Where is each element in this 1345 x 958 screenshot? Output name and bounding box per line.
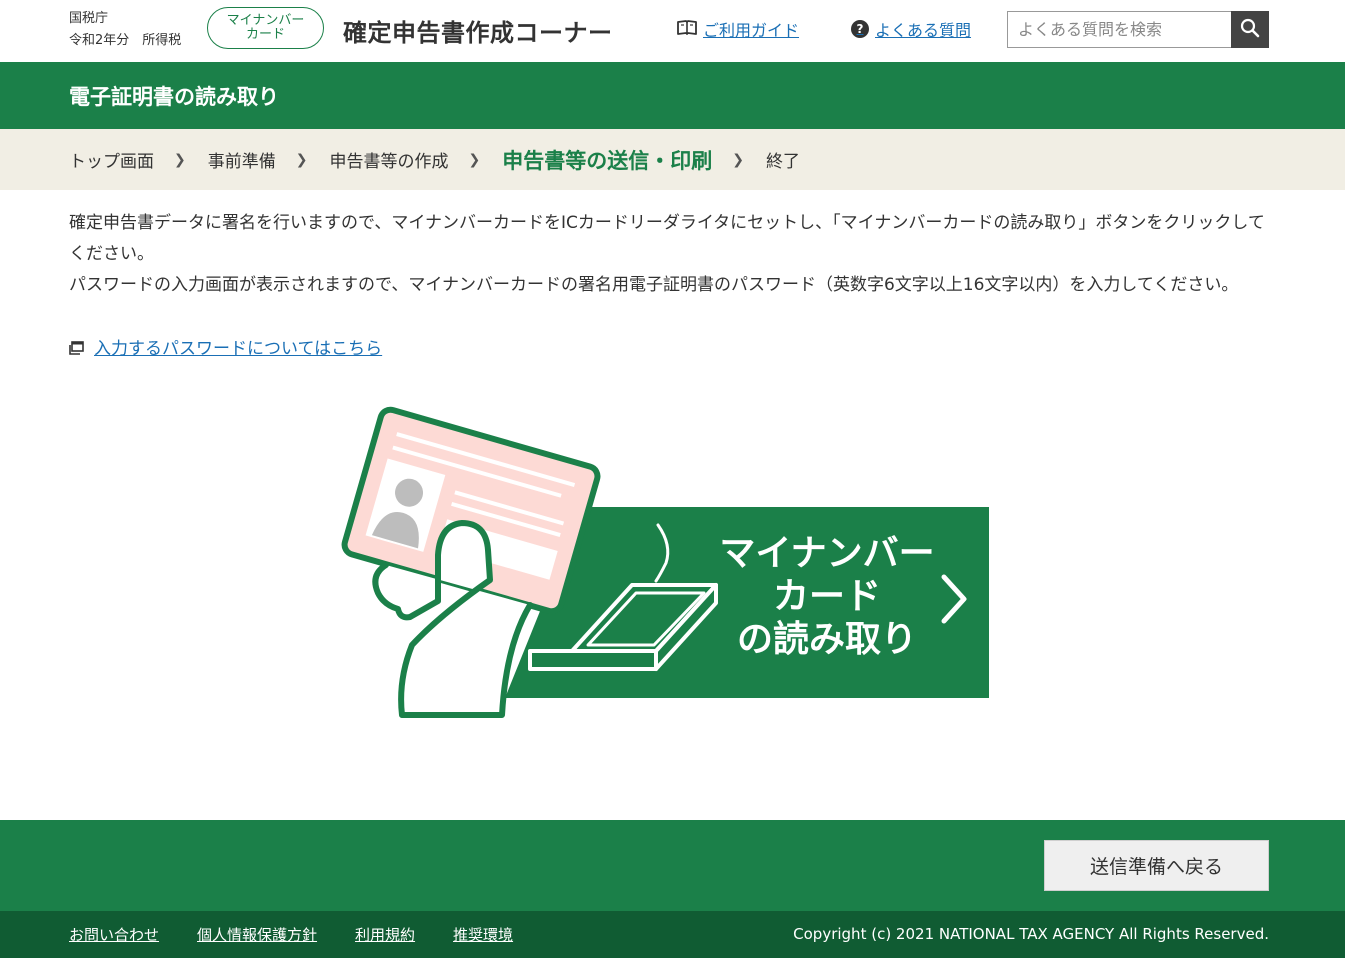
faq-search-input[interactable] bbox=[1007, 11, 1232, 48]
badge-line-1: マイナンバー bbox=[226, 13, 305, 28]
step-top: トップ画面 bbox=[69, 152, 154, 172]
footer-link-environment[interactable]: 推奨環境 bbox=[453, 924, 513, 945]
step-finish: 終了 bbox=[765, 152, 800, 172]
search-icon bbox=[1240, 18, 1260, 41]
agency-name: 国税庁 bbox=[69, 11, 109, 26]
tax-year: 令和2年分 所得税 bbox=[69, 33, 182, 48]
search-button[interactable] bbox=[1231, 11, 1269, 48]
step-send-print-current: 申告書等の送信・印刷 bbox=[502, 148, 713, 173]
chevron-right-icon: ❯ bbox=[295, 151, 308, 168]
footer-action-bar: 送信準備へ戻る bbox=[0, 820, 1345, 911]
instruction-text-1: 確定申告書データに署名を行いますので、マイナンバーカードをICカードリーダライタ… bbox=[69, 213, 1265, 264]
footer-link-privacy[interactable]: 個人情報保護方針 bbox=[197, 924, 317, 945]
instructions: 確定申告書データに署名を行いますので、マイナンバーカードをICカードリーダライタ… bbox=[69, 208, 1269, 301]
book-icon bbox=[677, 19, 697, 39]
new-window-icon bbox=[69, 340, 84, 355]
user-guide-link[interactable]: ご利用ガイド bbox=[677, 17, 799, 41]
step-create-return: 申告書等の作成 bbox=[329, 152, 449, 172]
agency-info: 国税庁 令和2年分 所得税 bbox=[69, 8, 181, 52]
reader-label-line-3: の読み取り bbox=[736, 619, 917, 660]
page-title: 電子証明書の読み取り bbox=[69, 85, 279, 109]
step-preparation: 事前準備 bbox=[207, 152, 276, 172]
site-header: 国税庁 令和2年分 所得税 マイナンバー カード 確定申告書作成コーナー ご利用… bbox=[0, 0, 1345, 62]
copyright: Copyright (c) 2021 NATIONAL TAX AGENCY A… bbox=[793, 925, 1269, 943]
breadcrumb: トップ画面 ❯ 事前準備 ❯ 申告書等の作成 ❯ 申告書等の送信・印刷 ❯ 終了 bbox=[0, 129, 1345, 190]
step-list: トップ画面 ❯ 事前準備 ❯ 申告書等の作成 ❯ 申告書等の送信・印刷 ❯ 終了 bbox=[69, 129, 800, 190]
chevron-right-icon: ❯ bbox=[174, 151, 186, 168]
site-title: 確定申告書作成コーナー bbox=[343, 19, 613, 47]
reader-button-label: マイナンバー カード の読み取り bbox=[712, 532, 942, 661]
instruction-text-2: パスワードの入力画面が表示されますので、マイナンバーカードの署名用電子証明書のパ… bbox=[69, 275, 1239, 295]
chevron-right-icon: ❯ bbox=[468, 151, 481, 168]
password-info-label: 入力するパスワードについてはこちら bbox=[94, 339, 383, 359]
badge-line-2: カード bbox=[245, 27, 285, 42]
faq-link[interactable]: ? よくある質問 bbox=[851, 17, 971, 41]
user-guide-label: ご利用ガイド bbox=[703, 21, 800, 40]
reader-label-line-2: カード bbox=[772, 576, 881, 617]
reader-label-line-1: マイナンバー bbox=[719, 533, 935, 574]
page-title-bar: 電子証明書の読み取り bbox=[0, 62, 1345, 129]
footer-link-contact[interactable]: お問い合わせ bbox=[69, 924, 159, 945]
footer-links: お問い合わせ 個人情報保護方針 利用規約 推奨環境 bbox=[69, 911, 513, 958]
back-to-send-prep-button[interactable]: 送信準備へ戻る bbox=[1044, 840, 1269, 891]
question-icon: ? bbox=[851, 20, 869, 38]
mynumber-card-badge: マイナンバー カード bbox=[207, 7, 324, 49]
faq-label: よくある質問 bbox=[875, 21, 972, 40]
password-info-link[interactable]: 入力するパスワードについてはこちら bbox=[69, 334, 382, 359]
chevron-right-icon: ❯ bbox=[732, 151, 744, 168]
footer-link-terms[interactable]: 利用規約 bbox=[355, 924, 415, 945]
site-footer: お問い合わせ 個人情報保護方針 利用規約 推奨環境 Copyright (c) … bbox=[0, 911, 1345, 958]
